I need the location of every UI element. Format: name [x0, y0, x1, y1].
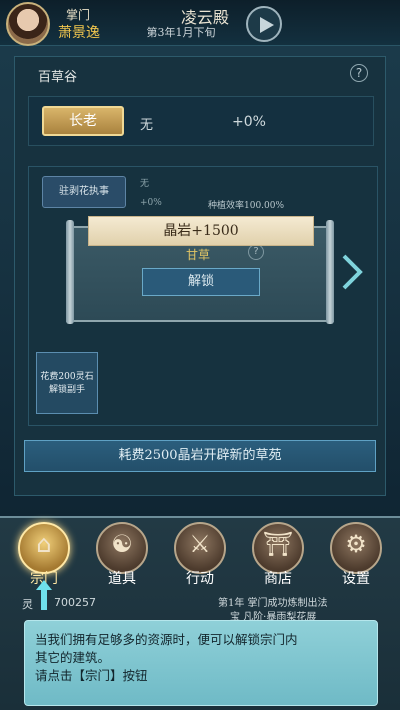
- tutorial-line: 请点击【宗门】按钮: [35, 668, 148, 683]
- pointer-arrow-icon: [36, 580, 52, 614]
- nav-sect[interactable]: ⌂ 宗门: [16, 522, 72, 588]
- reward-toast: 晶岩+1500: [88, 216, 314, 246]
- master-name: 萧景逸: [58, 25, 100, 41]
- open-garden-button[interactable]: 耗费2500晶岩开辟新的草苑: [24, 440, 376, 472]
- nav-items[interactable]: ☯ 道具: [94, 522, 150, 588]
- stone-label: 灵: [22, 598, 33, 611]
- unlock-button[interactable]: 解锁: [142, 268, 260, 296]
- herb-help-icon[interactable]: ?: [248, 244, 264, 260]
- stone-count: 700257: [54, 596, 96, 609]
- elder-button[interactable]: 长老: [42, 106, 124, 136]
- gear-icon: ⚙: [345, 530, 367, 558]
- sect-gate-icon: ⌂: [36, 530, 52, 558]
- hire-assistant-button[interactable]: 花费200灵石解锁副手: [36, 352, 98, 414]
- steward-value: 无: [140, 179, 150, 189]
- shop-icon: ⛩: [262, 530, 294, 558]
- planting-efficiency: 种植效率100.00%: [208, 201, 285, 211]
- play-icon: [260, 17, 274, 33]
- elder-bonus: +0%: [232, 114, 266, 130]
- log-line: 第1年 掌门成功炼制出法: [218, 598, 328, 609]
- nav-action[interactable]: ⚔ 行动: [172, 522, 228, 588]
- herb-name: 甘草: [186, 248, 211, 262]
- steward-button[interactable]: 驻剥花执事: [42, 176, 126, 208]
- play-button[interactable]: [246, 6, 282, 42]
- tutorial-line: 其它的建筑。: [35, 650, 111, 665]
- tutorial-dialog[interactable]: 当我们拥有足够多的资源时，便可以解锁宗门内 其它的建筑。 请点击【宗门】按钮: [24, 620, 378, 706]
- avatar[interactable]: [6, 2, 50, 46]
- elder-value: 无: [140, 118, 154, 133]
- master-label: 掌门: [66, 8, 91, 22]
- help-icon[interactable]: ?: [350, 64, 368, 82]
- nav-label: 道具: [108, 571, 136, 587]
- scroll-rod-right: [326, 220, 334, 324]
- scroll-rod-left: [66, 220, 74, 324]
- steward-bonus: +0%: [140, 198, 162, 208]
- item-bag-icon: ☯: [111, 530, 133, 558]
- nav-settings[interactable]: ⚙ 设置: [328, 522, 384, 588]
- chevron-right-icon[interactable]: [340, 252, 364, 296]
- tutorial-line: 当我们拥有足够多的资源时，便可以解锁宗门内: [35, 632, 298, 647]
- panel-title: 百草谷: [38, 70, 78, 85]
- nav-label: 设置: [342, 571, 370, 587]
- nav-label: 商店: [264, 571, 292, 587]
- nav-label: 行动: [186, 571, 214, 587]
- nav-shop[interactable]: ⛩ 商店: [250, 522, 306, 588]
- game-date: 第3年1月下旬: [146, 26, 216, 39]
- action-icon: ⚔: [189, 530, 211, 558]
